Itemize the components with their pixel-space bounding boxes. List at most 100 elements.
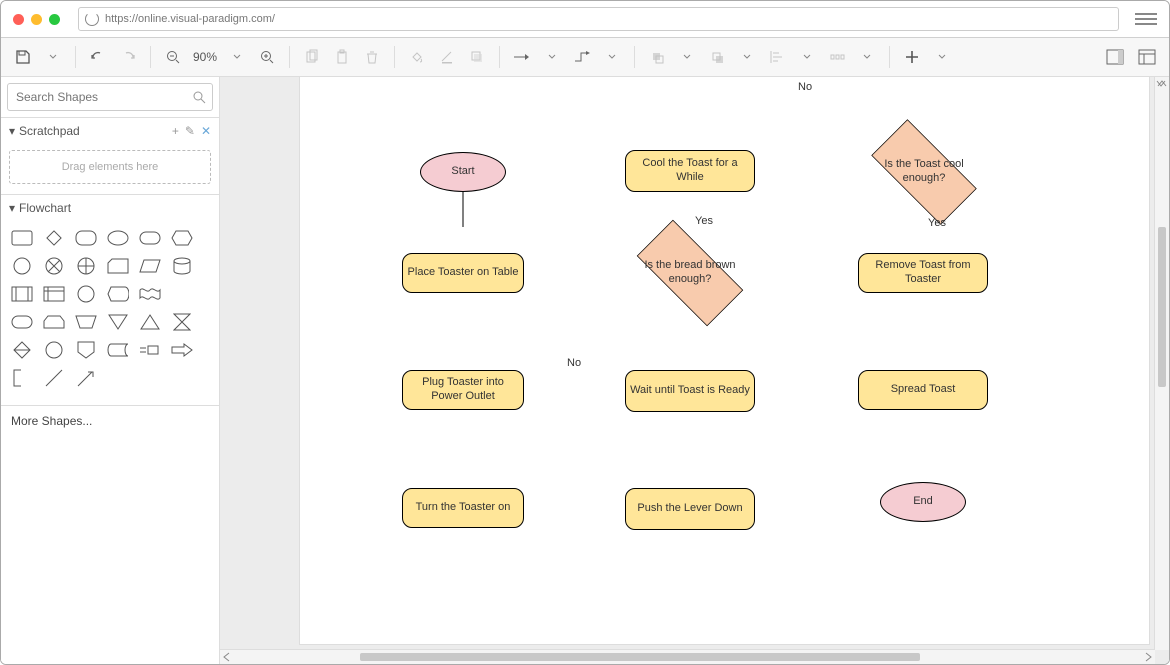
shape-tape[interactable]: [139, 285, 161, 303]
outline-panel-button[interactable]: [1133, 43, 1161, 71]
scratchpad-label: Scratchpad: [19, 124, 80, 138]
node-start[interactable]: Start: [420, 152, 506, 192]
vertical-scrollbar[interactable]: [1154, 77, 1169, 650]
shape-connector[interactable]: [75, 285, 97, 303]
copy-button[interactable]: [298, 43, 326, 71]
shape-subprocess[interactable]: [11, 285, 33, 303]
shape-sort[interactable]: [11, 341, 33, 359]
shape-extract[interactable]: [139, 313, 161, 331]
shape-delay[interactable]: [139, 341, 161, 359]
shape-merge[interactable]: [107, 313, 129, 331]
maximize-icon[interactable]: [49, 14, 60, 25]
horizontal-scrollbar[interactable]: [220, 649, 1155, 664]
add-button[interactable]: [898, 43, 926, 71]
zoom-level[interactable]: 90%: [189, 50, 221, 64]
scratchpad-add-icon[interactable]: +: [172, 124, 179, 138]
delete-button[interactable]: [358, 43, 386, 71]
tofront-dropdown-icon[interactable]: [673, 43, 701, 71]
zoom-in-button[interactable]: [253, 43, 281, 71]
shape-card[interactable]: [107, 257, 129, 275]
shape-line[interactable]: [43, 369, 65, 387]
minimize-icon[interactable]: [31, 14, 42, 25]
more-shapes-button[interactable]: More Shapes...: [1, 405, 219, 436]
reload-icon[interactable]: [85, 12, 99, 26]
shape-rounded[interactable]: [75, 229, 97, 247]
format-panel-button[interactable]: [1101, 43, 1129, 71]
shape-terminator[interactable]: [139, 229, 161, 247]
node-brown-q[interactable]: Is the bread brown enough?: [620, 237, 760, 309]
connector-dropdown-icon[interactable]: [538, 43, 566, 71]
shape-plus-circle[interactable]: [75, 257, 97, 275]
shape-rect[interactable]: [11, 229, 33, 247]
node-cool-q[interactable]: Is the Toast cool enough?: [855, 136, 993, 208]
search-input[interactable]: [14, 89, 192, 105]
scratchpad-close-icon[interactable]: ✕: [201, 124, 211, 138]
shape-ellipse[interactable]: [107, 229, 129, 247]
node-cool[interactable]: Cool the Toast for a While: [625, 150, 755, 192]
search-shapes[interactable]: [7, 83, 213, 111]
node-push[interactable]: Push the Lever Down: [625, 488, 755, 530]
redo-button[interactable]: [114, 43, 142, 71]
align-button[interactable]: [763, 43, 791, 71]
save-button[interactable]: [9, 43, 37, 71]
zoom-out-button[interactable]: [159, 43, 187, 71]
fill-button[interactable]: [403, 43, 431, 71]
paste-button[interactable]: [328, 43, 356, 71]
shape-offpage[interactable]: [75, 341, 97, 359]
shape-connector2[interactable]: [43, 341, 65, 359]
stroke-button[interactable]: [433, 43, 461, 71]
shape-parallelogram[interactable]: [139, 257, 161, 275]
toback-button[interactable]: [703, 43, 731, 71]
distribute-button[interactable]: [823, 43, 851, 71]
label-yes-mid: Yes: [695, 215, 713, 227]
shape-manual[interactable]: [75, 313, 97, 331]
shadow-button[interactable]: [463, 43, 491, 71]
chevron-down-icon[interactable]: ▾: [9, 124, 15, 138]
shape-arrow-right[interactable]: [171, 341, 193, 359]
waypoint-dropdown-icon[interactable]: [598, 43, 626, 71]
main-toolbar: 90%: [1, 38, 1169, 77]
shape-internal-storage[interactable]: [43, 285, 65, 303]
node-place[interactable]: Place Toaster on Table: [402, 253, 524, 293]
save-dropdown-icon[interactable]: [39, 43, 67, 71]
shape-hexagon[interactable]: [171, 229, 193, 247]
window-controls[interactable]: [13, 14, 60, 25]
shape-stadium[interactable]: [11, 313, 33, 331]
node-spread[interactable]: Spread Toast: [858, 370, 988, 410]
shape-stored-data[interactable]: [107, 341, 129, 359]
shape-annotation[interactable]: [11, 369, 33, 387]
shape-circle[interactable]: [11, 257, 33, 275]
shape-cylinder[interactable]: [171, 257, 193, 275]
node-turn-on[interactable]: Turn the Toaster on: [402, 488, 524, 528]
canvas-area[interactable]: Start Place Toaster on Table Plug Toaste…: [220, 77, 1169, 664]
chevron-down-icon[interactable]: ▾: [9, 201, 15, 215]
drawing-canvas[interactable]: Start Place Toaster on Table Plug Toaste…: [300, 77, 1149, 644]
shape-diamond[interactable]: [43, 229, 65, 247]
tofront-button[interactable]: [643, 43, 671, 71]
title-bar: https://online.visual-paradigm.com/: [1, 1, 1169, 38]
shape-arrow-line[interactable]: [75, 369, 97, 387]
waypoint-button[interactable]: [568, 43, 596, 71]
toback-dropdown-icon[interactable]: [733, 43, 761, 71]
add-dropdown-icon[interactable]: [928, 43, 956, 71]
shape-collate[interactable]: [171, 313, 193, 331]
menu-icon[interactable]: [1135, 13, 1157, 25]
address-bar[interactable]: https://online.visual-paradigm.com/: [78, 7, 1119, 31]
node-end[interactable]: End: [880, 482, 966, 522]
undo-button[interactable]: [84, 43, 112, 71]
scratchpad-edit-icon[interactable]: ✎: [185, 124, 195, 138]
node-plug[interactable]: Plug Toaster into Power Outlet: [402, 370, 524, 410]
align-dropdown-icon[interactable]: [793, 43, 821, 71]
flowchart-section: ▾ Flowchart: [1, 194, 219, 405]
close-icon[interactable]: [13, 14, 24, 25]
url-text: https://online.visual-paradigm.com/: [105, 13, 275, 25]
shape-crossed-circle[interactable]: [43, 257, 65, 275]
zoom-dropdown-icon[interactable]: [223, 43, 251, 71]
node-remove[interactable]: Remove Toast from Toaster: [858, 253, 988, 293]
distribute-dropdown-icon[interactable]: [853, 43, 881, 71]
node-wait[interactable]: Wait until Toast is Ready: [625, 370, 755, 412]
scratchpad-dropzone[interactable]: Drag elements here: [9, 150, 211, 184]
connector-button[interactable]: [508, 43, 536, 71]
shape-loop-limit[interactable]: [43, 313, 65, 331]
shape-display[interactable]: [107, 285, 129, 303]
